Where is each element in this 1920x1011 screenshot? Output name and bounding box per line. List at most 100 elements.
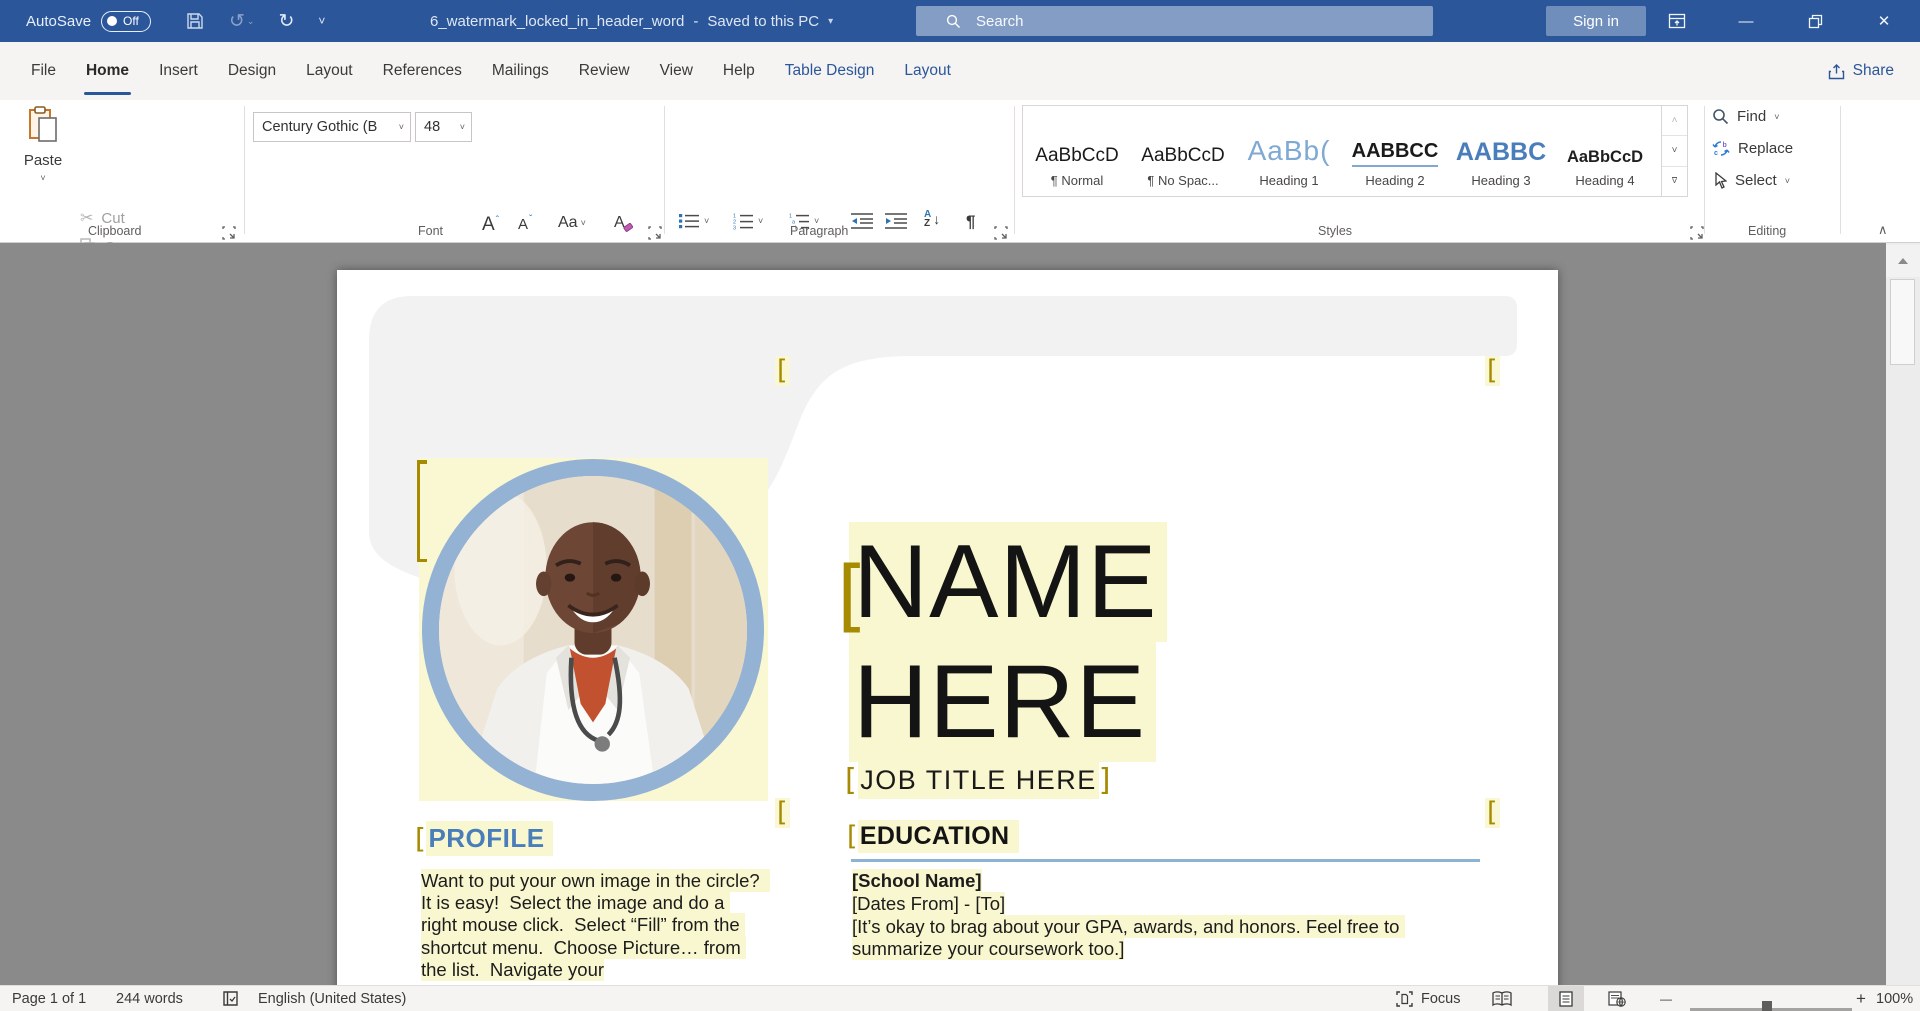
education-heading[interactable]: [ EDUCATION — [847, 820, 1019, 853]
style-heading2[interactable]: AABBCC Heading 2 — [1343, 106, 1447, 196]
bullets-button[interactable]: ˅ — [678, 212, 709, 230]
font-dialog-launcher[interactable] — [648, 226, 662, 240]
tab-layout-contextual[interactable]: Layout — [889, 42, 966, 100]
sort-button[interactable]: AZ ↓ — [924, 210, 940, 228]
profile-body[interactable]: Want to put your own image in the circle… — [421, 870, 761, 981]
zoom-in-button[interactable]: + — [1856, 986, 1866, 1011]
word-count[interactable]: 244 words — [116, 986, 183, 1011]
print-layout-button[interactable] — [1548, 986, 1584, 1011]
zoom-slider[interactable] — [1690, 997, 1852, 1011]
replace-button[interactable]: bc Replace — [1712, 140, 1793, 157]
clipboard-dialog-launcher[interactable] — [222, 226, 236, 240]
tab-review[interactable]: Review — [564, 42, 645, 100]
font-size-combobox[interactable]: 48 ˅ — [415, 112, 472, 142]
redo-icon: ↻ — [278, 10, 294, 33]
page-indicator[interactable]: Page 1 of 1 — [12, 986, 86, 1011]
style-heading4[interactable]: AaBbCcD Heading 4 — [1553, 106, 1657, 196]
change-case-button[interactable]: Aa˅ — [558, 214, 586, 232]
increase-indent-button[interactable] — [884, 212, 908, 230]
profile-photo[interactable] — [422, 459, 764, 801]
style-heading3[interactable]: AABBC Heading 3 — [1449, 106, 1553, 196]
restore-button[interactable] — [1786, 0, 1844, 42]
tab-insert[interactable]: Insert — [144, 42, 213, 100]
zoom-level[interactable]: 100% — [1876, 986, 1913, 1011]
select-button[interactable]: Select ˅ — [1712, 172, 1790, 189]
decrease-indent-button[interactable] — [850, 212, 874, 230]
clear-formatting-button[interactable]: A — [614, 214, 633, 232]
vertical-scrollbar[interactable] — [1886, 243, 1920, 985]
paragraph-dialog-launcher[interactable] — [994, 226, 1008, 240]
shrink-font-button[interactable]: Aˇ — [518, 216, 532, 233]
collapse-ribbon-button[interactable]: ∧ — [1878, 222, 1888, 238]
paste-chevron-icon[interactable]: ˅ — [40, 173, 45, 183]
scrollbar-thumb[interactable] — [1890, 279, 1915, 365]
close-button[interactable]: ✕ — [1855, 0, 1913, 42]
decrease-indent-icon — [850, 212, 874, 230]
tab-help[interactable]: Help — [708, 42, 770, 100]
share-button[interactable]: Share — [1828, 42, 1894, 100]
search-input[interactable]: Search — [916, 6, 1433, 36]
paste-button[interactable]: Paste ˅ — [14, 106, 72, 206]
numbering-button[interactable]: 123 ˅ — [732, 212, 763, 230]
group-separator — [1704, 106, 1705, 234]
sort-arrow-icon: ↓ — [933, 211, 940, 227]
tab-file[interactable]: File — [16, 42, 71, 100]
read-mode-button[interactable] — [1492, 986, 1512, 1011]
tab-mailings[interactable]: Mailings — [477, 42, 564, 100]
tab-table-design[interactable]: Table Design — [770, 42, 890, 100]
education-dates[interactable]: [Dates From] - [To] — [852, 893, 1005, 915]
zoom-out-button[interactable]: — — [1660, 986, 1672, 1011]
styles-scroll-up-button[interactable]: ˄ — [1662, 106, 1687, 136]
autosave-control[interactable]: AutoSave Off — [26, 0, 151, 42]
tab-design[interactable]: Design — [213, 42, 291, 100]
document-page[interactable]: [ [ [ [ — [337, 270, 1558, 985]
style-sample: AABBC — [1456, 119, 1546, 167]
minimize-button[interactable]: — — [1717, 0, 1775, 42]
zoom-slider-thumb[interactable] — [1762, 1001, 1772, 1011]
style-no-spacing[interactable]: AaBbCcD ¶ No Spac... — [1131, 106, 1235, 196]
font-name-combobox[interactable]: Century Gothic (B ˅ — [253, 112, 411, 142]
styles-more-button[interactable]: ˅ — [1662, 167, 1687, 196]
save-button[interactable] — [185, 11, 205, 31]
focus-button[interactable]: Focus — [1396, 986, 1461, 1011]
grow-font-button[interactable]: Aˆ — [482, 214, 499, 236]
sign-in-button[interactable]: Sign in — [1546, 6, 1646, 36]
undo-button[interactable]: ↺⌄ — [229, 10, 254, 33]
tab-home[interactable]: Home — [71, 42, 144, 100]
document-title[interactable]: 6_watermark_locked_in_header_word - Save… — [430, 0, 833, 42]
proofing-status[interactable] — [222, 986, 239, 1011]
find-button[interactable]: Find ˅ — [1712, 108, 1779, 125]
style-normal[interactable]: AaBbCcD ¶ Normal — [1025, 106, 1129, 196]
redo-button[interactable]: ↻ — [278, 10, 294, 33]
select-chevron-icon[interactable]: ˅ — [1785, 176, 1790, 186]
name-field[interactable]: [ NAME HERE — [849, 522, 1279, 762]
styles-scroll-down-button[interactable]: ˅ — [1662, 136, 1687, 166]
numbering-chevron-icon[interactable]: ˅ — [758, 216, 763, 226]
find-chevron-icon[interactable]: ˅ — [1774, 112, 1779, 122]
job-title-field[interactable]: [ JOB TITLE HERE ] — [845, 762, 1112, 799]
ribbon-tab-row: File Home Insert Design Layout Reference… — [0, 42, 1920, 100]
customize-qat-button[interactable]: ˅ — [318, 14, 325, 28]
ribbon-display-options-button[interactable] — [1648, 0, 1706, 42]
clipboard-group-label: Clipboard — [88, 224, 142, 238]
web-layout-button[interactable] — [1608, 986, 1626, 1011]
font-size-value: 48 — [424, 119, 440, 135]
tab-view[interactable]: View — [645, 42, 708, 100]
scroll-up-button[interactable] — [1886, 245, 1920, 277]
language-status[interactable]: English (United States) — [258, 986, 406, 1011]
education-notes[interactable]: [It’s okay to brag about your GPA, award… — [852, 916, 1448, 960]
tab-references[interactable]: References — [368, 42, 477, 100]
autosave-toggle[interactable]: Off — [101, 11, 151, 32]
focus-label: Focus — [1421, 991, 1461, 1007]
profile-heading[interactable]: [ PROFILE — [415, 821, 553, 856]
bullets-chevron-icon[interactable]: ˅ — [704, 216, 709, 226]
photo-placeholder[interactable] — [419, 458, 768, 801]
education-school[interactable]: [School Name] — [852, 870, 982, 892]
tab-layout[interactable]: Layout — [291, 42, 368, 100]
title-dropdown-icon[interactable]: ▾ — [828, 16, 833, 27]
print-layout-icon — [1559, 991, 1573, 1007]
show-formatting-button[interactable]: ¶ — [966, 212, 975, 232]
style-heading1[interactable]: AaBb( Heading 1 — [1237, 106, 1341, 196]
autosave-toggle-knob — [107, 16, 117, 26]
styles-dialog-launcher[interactable] — [1690, 226, 1704, 240]
